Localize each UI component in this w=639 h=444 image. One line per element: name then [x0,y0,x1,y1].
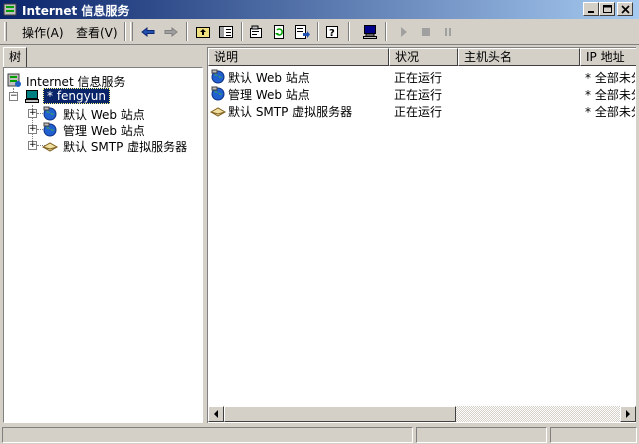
menu-grip[interactable] [4,22,7,41]
properties-icon [250,25,262,38]
tree-node-root[interactable]: Internet 信息服务 [6,72,196,89]
back-button[interactable] [138,22,159,42]
list-cell-description: 默认 Web 站点 [228,71,310,85]
forward-arrow-icon [164,26,178,38]
scrollbar-thumb[interactable] [224,406,456,422]
scroll-right-arrow-icon [626,410,630,418]
toolbar-separator [385,22,387,41]
list-cell-ip: * 全部未分配 [585,88,635,102]
status-panel-2 [416,427,547,443]
title-bar[interactable]: Internet 信息服务 [0,0,639,19]
tree-tab[interactable]: 树 [3,47,27,67]
svg-text:?: ? [329,28,335,39]
tree-pane[interactable]: Internet 信息服务 − * fengyun + 默认 Web 站点 + [3,67,203,423]
expand-icon[interactable]: + [28,109,37,118]
column-header-status[interactable]: 状况 [389,48,458,66]
list-pane[interactable]: 说明 状况 主机头名 IP 地址 默认 Web 站点 正在运行 * 全部未分配 … [207,47,636,423]
column-header-host[interactable]: 主机头名 [458,48,580,66]
minimize-icon [588,11,594,13]
smtp-envelope-icon [210,107,226,117]
stop-icon [422,28,430,36]
tree-node-label-selected: * fengyun [43,88,110,104]
list-row[interactable]: 管理 Web 站点 正在运行 * 全部未分配 [208,85,636,102]
maximize-icon [603,5,612,13]
toolbar-grip[interactable] [130,22,133,41]
close-icon [621,5,630,14]
iis-root-icon [7,73,21,87]
minimize-button[interactable] [583,2,599,16]
smtp-envelope-icon [42,142,58,152]
toolbar-separator [317,22,319,41]
properties-button[interactable] [246,22,267,42]
column-header-ip[interactable]: IP 地址 [580,48,636,66]
refresh-button[interactable] [269,22,290,42]
close-button[interactable] [617,2,633,16]
stop-button[interactable] [416,22,437,42]
menu-action[interactable]: 操作(A) [22,24,64,41]
list-cell-ip: * 全部未分配 [585,71,635,85]
list-row[interactable]: 默认 Web 站点 正在运行 * 全部未分配 [208,68,636,85]
computer-icon [363,25,377,39]
toolbar-separator [241,22,243,41]
tree-node-smtp[interactable]: + 默认 SMTP 虚拟服务器 [28,137,198,154]
toolbar-separator [186,22,188,41]
web-site-globe-icon [43,122,57,137]
expand-icon[interactable]: + [28,141,37,150]
scroll-right-button[interactable] [620,406,636,422]
help-button[interactable]: ? [322,22,343,42]
server-computer-icon [25,90,39,103]
up-folder-icon [196,27,210,38]
window-title: Internet 信息服务 [22,4,130,18]
list-cell-status: 正在运行 [394,105,443,119]
toolbar-separator [124,22,126,41]
back-arrow-icon [141,26,155,38]
list-cell-status: 正在运行 [394,71,443,85]
status-panel-main [2,427,413,443]
web-site-globe-icon [211,86,225,101]
list-row[interactable]: 默认 SMTP 虚拟服务器 正在运行 * 全部未分配 [208,102,636,119]
status-bar [0,425,639,444]
collapse-icon[interactable]: − [9,92,18,101]
tree-node-site[interactable]: + 管理 Web 站点 [28,121,198,138]
tree-node-label: 默认 SMTP 虚拟服务器 [63,140,188,154]
tree-node-server[interactable]: − * fengyun [8,88,198,104]
iis-app-icon [3,3,17,16]
refresh-icon [274,25,284,39]
status-panel-3 [550,427,637,443]
forward-button[interactable] [161,22,182,42]
list-cell-description: 默认 SMTP 虚拟服务器 [228,105,353,119]
export-list-button[interactable] [292,22,313,42]
pause-icon [445,28,451,36]
list-cell-description: 管理 Web 站点 [228,88,310,102]
scroll-left-arrow-icon [214,410,218,418]
computer-button[interactable] [360,22,381,42]
toolbar-separator [348,22,350,41]
column-header-description[interactable]: 说明 [208,48,389,66]
web-site-globe-icon [211,69,225,84]
up-one-level-button[interactable] [193,22,214,42]
maximize-button[interactable] [599,2,615,16]
scroll-left-button[interactable] [208,406,224,422]
web-site-globe-icon [43,106,57,121]
list-cell-status: 正在运行 [394,88,443,102]
export-list-icon [295,25,310,39]
show-hide-tree-button[interactable] [216,22,237,42]
tree-node-site[interactable]: + 默认 Web 站点 [28,105,198,122]
list-cell-ip: * 全部未分配 [585,105,635,119]
list-header: 说明 状况 主机头名 IP 地址 [208,48,636,66]
help-icon: ? [326,26,338,39]
iis-manager-window: Internet 信息服务 操作(A) 查看(V) ? 树 Internet 信… [0,0,639,444]
pause-button[interactable] [438,22,459,42]
horizontal-scrollbar[interactable] [208,406,636,422]
menu-view[interactable]: 查看(V) [76,24,118,41]
menu-toolbar-row: 操作(A) 查看(V) ? [0,19,639,45]
expand-icon[interactable]: + [28,125,37,134]
start-button[interactable] [394,22,415,42]
show-tree-icon [219,26,233,38]
play-icon [401,27,407,37]
